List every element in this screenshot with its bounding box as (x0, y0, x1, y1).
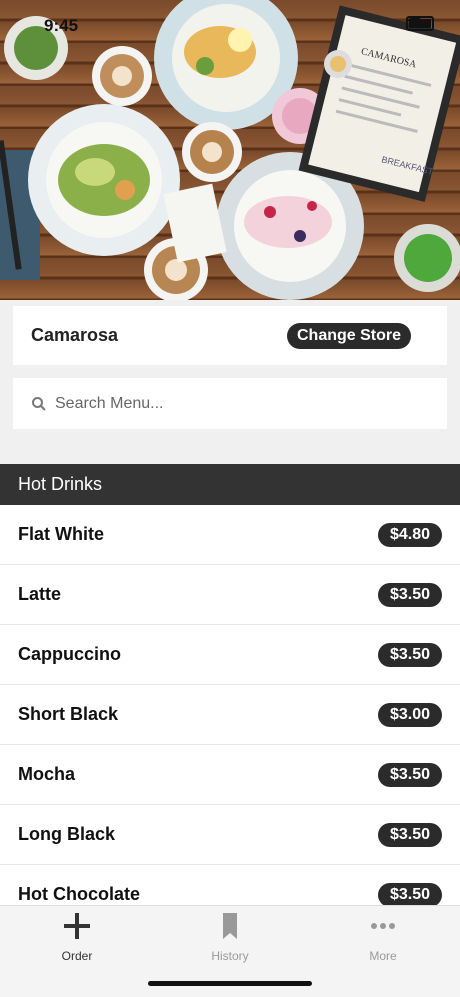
store-name: Camarosa (31, 325, 119, 345)
search-bar[interactable] (13, 378, 447, 429)
search-input[interactable] (53, 393, 417, 414)
menu-item[interactable]: Latte $3.50 (0, 565, 460, 625)
battery-icon (406, 16, 434, 31)
tab-history[interactable]: History (180, 912, 280, 963)
tab-label: Order (61, 949, 93, 963)
menu-item[interactable]: Flat White $4.80 (0, 505, 460, 565)
item-name: Cappuccino (18, 644, 122, 664)
tab-label: History (211, 949, 249, 963)
more-dots-icon (371, 923, 395, 929)
hero-food-image: CAMAROSA BREAKFAST 9:45 (0, 0, 460, 300)
menu-item[interactable]: Hot Chocolate $3.50 (0, 865, 460, 905)
menu-item[interactable]: Cappuccino $3.50 (0, 625, 460, 685)
category-header: Hot Drinks (0, 464, 460, 505)
item-name: Hot Chocolate (18, 884, 141, 904)
plus-icon (64, 913, 90, 939)
bookmark-icon (223, 913, 237, 939)
price-badge: $3.00 (378, 702, 442, 727)
tab-more[interactable]: More (333, 912, 433, 963)
category-title: Hot Drinks (18, 474, 103, 494)
price-badge: $4.80 (378, 522, 442, 547)
menu-item[interactable]: Short Black $3.00 (0, 685, 460, 745)
item-name: Long Black (18, 824, 116, 844)
item-name: Latte (18, 584, 62, 604)
home-indicator (148, 981, 312, 986)
change-store-button[interactable]: Change Store (286, 322, 411, 349)
price-badge: $3.50 (378, 762, 442, 787)
tab-label: More (369, 949, 397, 963)
status-bar: 9:45 (0, 0, 460, 48)
status-time: 9:45 (44, 16, 79, 35)
tab-order[interactable]: Order (27, 912, 127, 963)
price-badge: $3.50 (378, 822, 442, 847)
price-badge: $3.50 (378, 882, 442, 905)
item-name: Mocha (18, 764, 76, 784)
status-icons (406, 16, 434, 31)
store-card: Camarosa Change Store (13, 306, 447, 365)
menu-item[interactable]: Long Black $3.50 (0, 805, 460, 865)
price-badge: $3.50 (378, 642, 442, 667)
menu-list: Flat White $4.80 Latte $3.50 Cappuccino … (0, 505, 460, 905)
search-icon (32, 396, 46, 411)
item-name: Short Black (18, 704, 119, 724)
item-name: Flat White (18, 524, 104, 544)
menu-item[interactable]: Mocha $3.50 (0, 745, 460, 805)
price-badge: $3.50 (378, 582, 442, 607)
